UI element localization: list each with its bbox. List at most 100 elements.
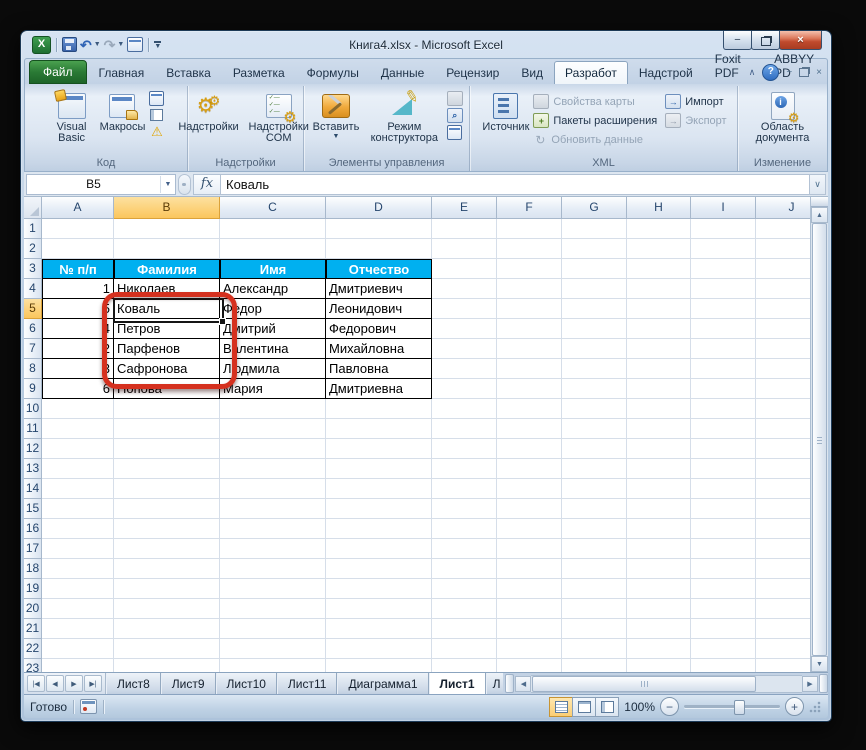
cell-C22[interactable] [220,639,326,659]
cell-G15[interactable] [562,499,627,519]
row-header-22[interactable]: 22 [24,639,42,659]
cell-B19[interactable] [114,579,220,599]
row-header-10[interactable]: 10 [24,399,42,419]
scroll-right-icon[interactable]: ▶ [802,675,818,692]
cell-I8[interactable] [691,359,756,379]
cell-E6[interactable] [432,319,497,339]
cell-E8[interactable] [432,359,497,379]
cell-C18[interactable] [220,559,326,579]
cell-E22[interactable] [432,639,497,659]
row-header-19[interactable]: 19 [24,579,42,599]
select-all-corner[interactable] [24,197,42,219]
row-header-13[interactable]: 13 [24,459,42,479]
design-mode-button[interactable]: ✎ Режим конструктора [363,88,445,146]
row-header-9[interactable]: 9 [24,379,42,399]
normal-view-button[interactable] [549,696,574,717]
cell-H3[interactable] [627,259,691,279]
cell-G2[interactable] [562,239,627,259]
cell-A22[interactable] [42,639,114,659]
column-header-D[interactable]: D [326,197,432,219]
cell-H15[interactable] [627,499,691,519]
cell-A16[interactable] [42,519,114,539]
row-header-1[interactable]: 1 [24,219,42,239]
record-macro-icon[interactable] [149,90,165,106]
row-header-17[interactable]: 17 [24,539,42,559]
cell-I19[interactable] [691,579,756,599]
cell-D14[interactable] [326,479,432,499]
insert-controls-button[interactable]: Вставить ▼ [311,89,362,142]
document-panel-button[interactable]: i ⚙ Область документа [748,89,818,146]
collapse-ribbon-icon[interactable]: ∧ [749,67,756,78]
cell-F18[interactable] [497,559,562,579]
group-label-controls[interactable]: Элементы управления [304,156,469,171]
cell-C2[interactable] [220,239,326,259]
cell-C14[interactable] [220,479,326,499]
row-header-14[interactable]: 14 [24,479,42,499]
cell-C23[interactable] [220,659,326,672]
row-header-5[interactable]: 5 [24,299,42,319]
view-code-icon[interactable]: ⌕ [446,107,463,123]
ribbon-tab-data[interactable]: Данные [370,61,435,84]
cell-F1[interactable] [497,219,562,239]
cell-H21[interactable] [627,619,691,639]
row-header-6[interactable]: 6 [24,319,42,339]
cell-E17[interactable] [432,539,497,559]
cell-H11[interactable] [627,419,691,439]
cell-D19[interactable] [326,579,432,599]
cell-D9[interactable]: Дмитриевна [326,379,432,399]
cell-F16[interactable] [497,519,562,539]
ribbon-tab-addins[interactable]: Надстрой [628,61,704,84]
expand-formula-bar-icon[interactable]: ∨ [810,173,826,195]
cell-E11[interactable] [432,419,497,439]
cell-C9[interactable]: Мария [220,379,326,399]
ribbon-tab-review[interactable]: Рецензир [435,61,510,84]
cell-B12[interactable] [114,439,220,459]
cell-F14[interactable] [497,479,562,499]
addins-button[interactable]: ⚙ ⚙ Надстройки [176,89,240,135]
cell-I2[interactable] [691,239,756,259]
ribbon-tab-insert[interactable]: Вставка [155,61,222,84]
cell-I3[interactable] [691,259,756,279]
cell-G21[interactable] [562,619,627,639]
vertical-scrollbar[interactable]: ▲ ▼ [810,197,828,672]
cell-E20[interactable] [432,599,497,619]
visual-basic-button[interactable]: Visual Basic [48,89,96,146]
row-header-2[interactable]: 2 [24,239,42,259]
cell-I16[interactable] [691,519,756,539]
cell-E1[interactable] [432,219,497,239]
row-header-16[interactable]: 16 [24,519,42,539]
workbook-minimize-icon[interactable]: − [786,67,792,79]
group-label-addins[interactable]: Надстройки [188,156,303,171]
cell-G18[interactable] [562,559,627,579]
cell-H5[interactable] [627,299,691,319]
cell-G11[interactable] [562,419,627,439]
cell-I6[interactable] [691,319,756,339]
cell-C20[interactable] [220,599,326,619]
cell-G16[interactable] [562,519,627,539]
run-dialog-icon[interactable] [447,124,463,140]
ribbon-tab-developer[interactable]: Разработ [554,61,628,84]
cell-B3[interactable]: Фамилия [114,259,220,279]
cell-D10[interactable] [326,399,432,419]
cell-B18[interactable] [114,559,220,579]
cell-G17[interactable] [562,539,627,559]
cell-F19[interactable] [497,579,562,599]
horizontal-scroll-track[interactable] [531,674,802,693]
cell-D18[interactable] [326,559,432,579]
cell-F9[interactable] [497,379,562,399]
row-header-18[interactable]: 18 [24,559,42,579]
cell-E7[interactable] [432,339,497,359]
cell-H6[interactable] [627,319,691,339]
cell-C12[interactable] [220,439,326,459]
cell-I11[interactable] [691,419,756,439]
scroll-up-icon[interactable]: ▲ [811,207,828,223]
tab-split-handle[interactable] [505,674,515,693]
cell-F23[interactable] [497,659,562,672]
cell-B17[interactable] [114,539,220,559]
cell-F12[interactable] [497,439,562,459]
horizontal-scrollbar[interactable]: ◀ ▶ [505,673,828,694]
cell-E21[interactable] [432,619,497,639]
sheet-tab-Лист9[interactable]: Лист9 [160,673,216,694]
cell-A10[interactable] [42,399,114,419]
cell-H19[interactable] [627,579,691,599]
